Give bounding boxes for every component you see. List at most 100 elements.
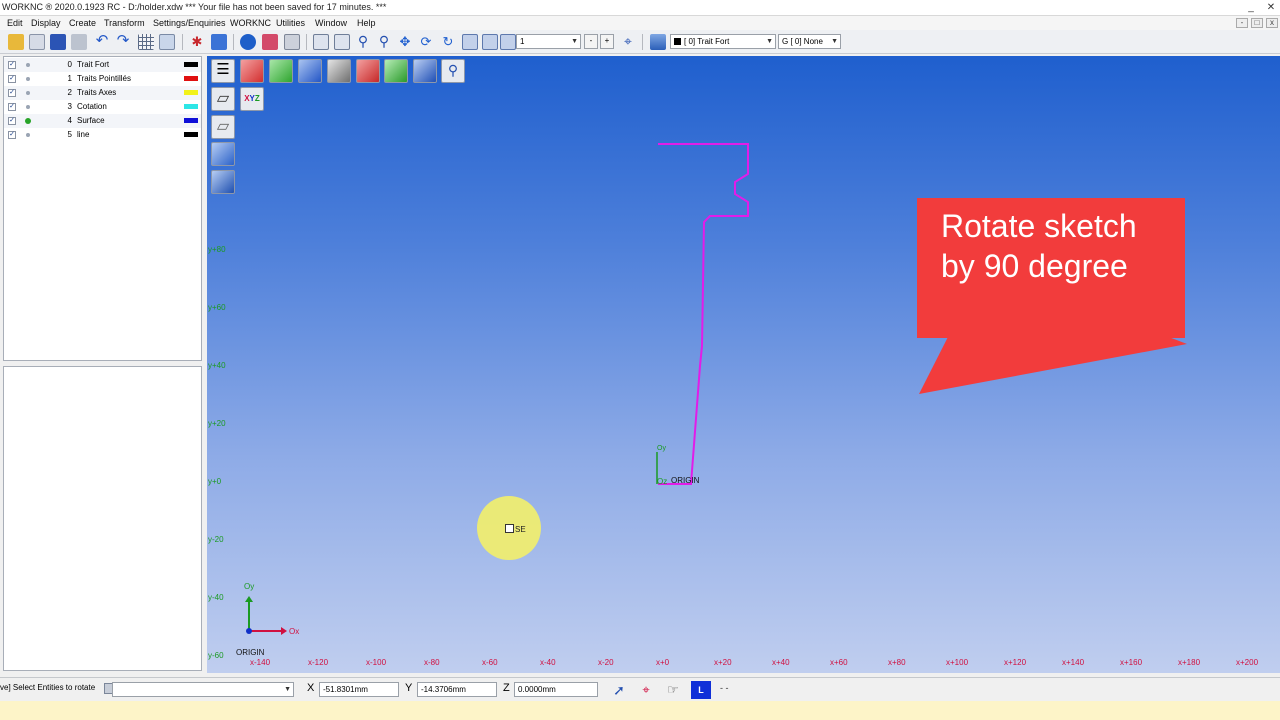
globe-icon[interactable] — [240, 34, 256, 50]
axis-triad-icon[interactable]: ✱ — [189, 34, 205, 50]
main-toolbar: ↶ ↷ ✱ ⚲ ⚲ ✥ ⟳ ↻ 1 ▼ - + ⌖ [ 0] Trait For… — [0, 30, 1280, 54]
layer-color-swatch[interactable] — [184, 132, 198, 137]
right-view-icon[interactable] — [269, 59, 293, 83]
shaded-edges-cube-icon[interactable] — [211, 170, 235, 194]
layer-color-swatch[interactable] — [184, 90, 198, 95]
layers-icon[interactable] — [650, 34, 666, 50]
layer-status-dot — [26, 105, 30, 109]
filter-hand-icon[interactable]: ☞ — [664, 681, 682, 699]
menu-window[interactable]: Window — [315, 18, 347, 28]
layer-row[interactable]: ✓ 3 Cotation — [4, 100, 201, 114]
new-file-icon[interactable] — [29, 34, 45, 50]
pick-point-icon[interactable]: ➚ — [610, 681, 628, 699]
save-icon[interactable] — [50, 34, 66, 50]
print-icon[interactable] — [71, 34, 87, 50]
top-view-icon[interactable] — [298, 59, 322, 83]
layer-color-swatch[interactable] — [184, 62, 198, 67]
layer-name: Traits Axes — [77, 88, 117, 97]
layer-visible-checkbox[interactable]: ✓ — [8, 117, 16, 125]
layer-color-swatch[interactable] — [184, 76, 198, 81]
graphics-viewport[interactable]: ☰ ⚲ ▱ XYZ ▱ x-140 x-120 x-100 x-80 x-60 … — [207, 56, 1280, 673]
hamburger-menu-icon[interactable]: ☰ — [211, 59, 235, 83]
mdi-close-icon[interactable]: x — [1266, 18, 1278, 28]
z-coord-field[interactable]: 0.0000mm — [514, 682, 598, 697]
minimize-button[interactable]: _ — [1244, 3, 1258, 13]
shaded-view-icon[interactable] — [262, 34, 278, 50]
open-folder-icon[interactable] — [8, 34, 24, 50]
close-button[interactable]: ✕ — [1264, 3, 1278, 13]
command-input[interactable]: ▼ — [112, 682, 294, 697]
line-mode-button[interactable]: L — [691, 681, 711, 699]
x-tick-label: x+80 — [888, 658, 906, 667]
layer-row[interactable]: ✓ 0 Trait Fort — [4, 58, 201, 72]
x-tick-label: x-20 — [598, 658, 614, 667]
origin-oy-label: Oy — [657, 445, 666, 452]
measure-icon[interactable] — [482, 34, 498, 50]
y-coord-field[interactable]: -14.3706mm — [417, 682, 497, 697]
iso-view-icon[interactable] — [327, 59, 351, 83]
zoom-out-icon[interactable]: ⚲ — [376, 34, 392, 50]
layer-combo[interactable]: [ 0] Trait Fort ▼ — [670, 34, 776, 49]
menu-settings-enquiries[interactable]: Settings/Enquiries — [153, 18, 226, 28]
hidden-line-cube-icon[interactable]: ▱ — [211, 115, 235, 139]
zoom-view-icon[interactable]: ⚲ — [441, 59, 465, 83]
menu-transform[interactable]: Transform — [104, 18, 145, 28]
menu-help[interactable]: Help — [357, 18, 376, 28]
layer-row[interactable]: ✓ 4 Surface — [4, 114, 201, 128]
rotate-view-icon[interactable]: ⟳ — [418, 34, 434, 50]
front-view-icon[interactable] — [240, 59, 264, 83]
back-view-icon[interactable] — [356, 59, 380, 83]
bottom-view-icon[interactable] — [413, 59, 437, 83]
shaded-cube-icon[interactable] — [211, 142, 235, 166]
grid-icon[interactable] — [138, 34, 154, 50]
menu-utilities[interactable]: Utilities — [276, 18, 305, 28]
menu-edit[interactable]: Edit — [7, 18, 23, 28]
select-icon[interactable] — [462, 34, 478, 50]
x-tick-label: x+20 — [714, 658, 732, 667]
layer-visible-checkbox[interactable]: ✓ — [8, 131, 16, 139]
mdi-minimize-icon[interactable]: - — [1236, 18, 1248, 28]
filter-icon[interactable] — [500, 34, 516, 50]
zoom-fit-icon[interactable] — [334, 34, 350, 50]
corner-ox-label: Ox — [289, 627, 300, 636]
x-tick-label: x-80 — [424, 658, 440, 667]
layer-visible-checkbox[interactable]: ✓ — [8, 61, 16, 69]
layer-visible-checkbox[interactable]: ✓ — [8, 89, 16, 97]
menu-create[interactable]: Create — [69, 18, 96, 28]
redo-icon[interactable]: ↷ — [115, 33, 131, 50]
chevron-down-icon: ▼ — [284, 686, 291, 693]
x-tick-label: x+200 — [1236, 658, 1259, 667]
layer-color-swatch[interactable] — [184, 118, 198, 123]
undo-icon[interactable]: ↶ — [94, 33, 110, 50]
layer-color-swatch[interactable] — [184, 104, 198, 109]
panel-toggle-icon[interactable] — [159, 34, 175, 50]
layer-visible-checkbox[interactable]: ✓ — [8, 103, 16, 111]
menu-display[interactable]: Display — [31, 18, 61, 28]
x-coord-field[interactable]: -51.8301mm — [319, 682, 399, 697]
vertical-axis-icon[interactable] — [211, 34, 227, 50]
layer-number: 0 — [67, 60, 72, 69]
group-combo[interactable]: G [ 0] None ▼ — [778, 34, 841, 49]
layer-row[interactable]: ✓ 2 Traits Axes — [4, 86, 201, 100]
snap-icon[interactable]: ⌖ — [620, 34, 636, 50]
layer-row[interactable]: ✓ 5 line — [4, 128, 201, 142]
chevron-down-icon: ▼ — [831, 38, 838, 45]
left-view-icon[interactable] — [384, 59, 408, 83]
count-combo[interactable]: 1 ▼ — [516, 34, 581, 49]
snap-target-icon[interactable]: ⌖ — [637, 681, 655, 699]
mdi-restore-icon[interactable]: □ — [1251, 18, 1263, 28]
dynamic-rotate-icon[interactable]: ↻ — [440, 34, 456, 50]
coordinate-system-icon[interactable]: XYZ — [240, 87, 264, 111]
increment-button[interactable]: + — [600, 34, 614, 49]
layer-row[interactable]: ✓ 1 Traits Pointillés — [4, 72, 201, 86]
camera-icon[interactable] — [284, 34, 300, 50]
wireframe-cube-icon[interactable]: ▱ — [211, 87, 235, 111]
layer-visible-checkbox[interactable]: ✓ — [8, 75, 16, 83]
x-tick-label: x-120 — [308, 658, 329, 667]
x-tick-label: x+180 — [1178, 658, 1201, 667]
pan-icon[interactable]: ✥ — [397, 34, 413, 50]
zoom-window-icon[interactable] — [313, 34, 329, 50]
zoom-in-icon[interactable]: ⚲ — [355, 34, 371, 50]
decrement-button[interactable]: - — [584, 34, 598, 49]
menu-worknc[interactable]: WORKNC — [230, 18, 271, 28]
